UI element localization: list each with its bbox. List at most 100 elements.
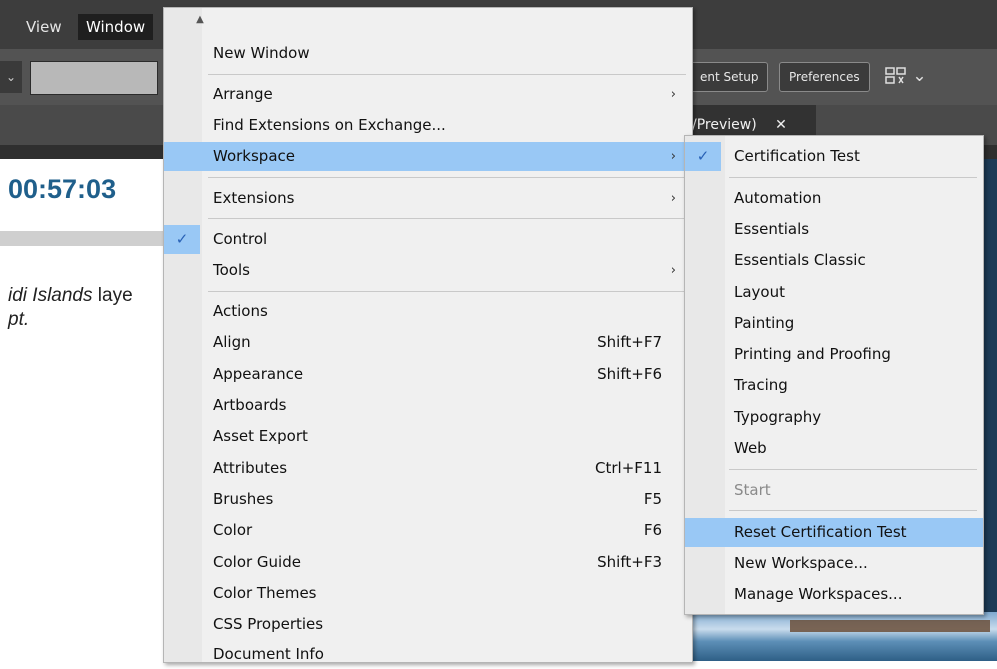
- menu-window[interactable]: Window: [78, 14, 154, 40]
- workspace-item-layout[interactable]: Layout: [685, 278, 983, 307]
- scroll-up-icon[interactable]: ▲: [192, 14, 208, 26]
- workspace-item-new-workspace[interactable]: New Workspace...: [685, 549, 983, 578]
- menu-item-shortcut: Shift+F7: [597, 333, 662, 351]
- checkmark-icon: ✓: [685, 142, 721, 171]
- preferences-button[interactable]: Preferences: [779, 62, 870, 92]
- submenu-item-label: Web: [734, 439, 767, 457]
- workspace-item-painting[interactable]: Painting: [685, 309, 983, 338]
- chevron-down-icon[interactable]: ⌄: [912, 66, 926, 86]
- submenu-item-label: Manage Workspaces...: [734, 585, 903, 603]
- workspace-item-typography[interactable]: Typography: [685, 403, 983, 432]
- menu-item-shortcut: Shift+F3: [597, 553, 662, 571]
- menu-view[interactable]: View: [18, 14, 70, 40]
- menu-item-label: Tools: [213, 261, 250, 279]
- control-field[interactable]: [30, 61, 158, 95]
- menu-separator: [208, 177, 686, 178]
- window-menu: ▲ New Window Arrange › Find Extensions o…: [163, 7, 693, 663]
- arrange-documents-icon[interactable]: ⌄: [885, 63, 933, 89]
- menu-item-actions[interactable]: Actions: [164, 297, 692, 326]
- menu-item-shortcut: Shift+F6: [597, 365, 662, 383]
- submenu-arrow-icon: ›: [670, 191, 676, 206]
- menu-item-new-window[interactable]: New Window: [164, 39, 692, 68]
- checkmark-icon: ✓: [164, 225, 200, 254]
- submenu-item-label: Certification Test: [734, 147, 860, 165]
- workspace-item-printing-proofing[interactable]: Printing and Proofing: [685, 340, 983, 369]
- menu-item-label: Color: [213, 521, 253, 539]
- instruction-italic: idi Islands: [8, 285, 93, 306]
- workspace-item-essentials[interactable]: Essentials: [685, 215, 983, 244]
- menu-item-label: Find Extensions on Exchange...: [213, 116, 446, 134]
- submenu-separator: [729, 510, 977, 511]
- menu-item-appearance[interactable]: Appearance Shift+F6: [164, 360, 692, 389]
- submenu-item-label: New Workspace...: [734, 554, 868, 572]
- menu-item-arrange[interactable]: Arrange ›: [164, 80, 692, 109]
- close-icon[interactable]: ✕: [775, 117, 787, 133]
- submenu-item-label: Tracing: [734, 376, 788, 394]
- workspace-item-automation[interactable]: Automation: [685, 184, 983, 213]
- timer: 00:57:03: [8, 174, 117, 204]
- submenu-separator: [729, 469, 977, 470]
- menu-item-label: Color Themes: [213, 584, 317, 602]
- document-tab-label: /Preview): [692, 117, 757, 133]
- menu-item-label: Document Info: [213, 645, 324, 663]
- submenu-item-label: Painting: [734, 314, 795, 332]
- menu-separator: [208, 74, 686, 75]
- menu-item-asset-export[interactable]: Asset Export: [164, 422, 692, 451]
- menu-item-color-guide[interactable]: Color Guide Shift+F3: [164, 548, 692, 577]
- workspace-item-certification-test[interactable]: ✓ Certification Test: [685, 142, 983, 171]
- menu-item-artboards[interactable]: Artboards: [164, 391, 692, 420]
- progress-strip: [0, 231, 165, 246]
- workspace-item-manage-workspaces[interactable]: Manage Workspaces...: [685, 580, 983, 609]
- menu-item-control[interactable]: ✓ Control: [164, 225, 692, 254]
- menu-item-shortcut: F5: [643, 490, 662, 508]
- workspace-item-start: Start: [685, 476, 983, 505]
- menu-item-tools[interactable]: Tools ›: [164, 256, 692, 285]
- artwork-pier: [790, 620, 990, 632]
- menu-separator: [208, 218, 686, 219]
- workspace-item-tracing[interactable]: Tracing: [685, 371, 983, 400]
- menu-item-label: Workspace: [213, 147, 295, 165]
- menu-item-brushes[interactable]: Brushes F5: [164, 485, 692, 514]
- menu-item-document-info[interactable]: Document Info: [164, 640, 692, 669]
- menu-item-find-extensions[interactable]: Find Extensions on Exchange...: [164, 111, 692, 140]
- workspace-submenu: ✓ Certification Test Automation Essentia…: [684, 135, 984, 615]
- submenu-item-label: Essentials Classic: [734, 251, 866, 269]
- submenu-arrow-icon: ›: [670, 87, 676, 102]
- menu-item-attributes[interactable]: Attributes Ctrl+F11: [164, 454, 692, 483]
- menu-item-label: Brushes: [213, 490, 274, 508]
- instruction-rest: laye: [92, 285, 133, 306]
- submenu-item-label: Layout: [734, 283, 785, 301]
- menu-item-label: Color Guide: [213, 553, 301, 571]
- menu-item-label: Appearance: [213, 365, 304, 383]
- submenu-item-label: Essentials: [734, 220, 810, 238]
- menu-item-label: Control: [213, 230, 268, 248]
- menu-item-css-properties[interactable]: CSS Properties: [164, 610, 692, 639]
- menu-item-label: New Window: [213, 44, 310, 62]
- artwork-edge: [983, 159, 997, 612]
- menu-item-label: Asset Export: [213, 427, 308, 445]
- menu-item-label: Align: [213, 333, 251, 351]
- workspace-item-essentials-classic[interactable]: Essentials Classic: [685, 246, 983, 275]
- submenu-item-label: Reset Certification Test: [734, 523, 907, 541]
- submenu-item-label: Automation: [734, 189, 822, 207]
- menu-item-shortcut: Ctrl+F11: [595, 459, 662, 477]
- submenu-item-label: Typography: [734, 408, 822, 426]
- menu-item-label: CSS Properties: [213, 615, 324, 633]
- menu-item-color-themes[interactable]: Color Themes: [164, 579, 692, 608]
- control-dropdown-arrow-icon[interactable]: ⌄: [0, 61, 22, 93]
- menu-item-label: Extensions: [213, 189, 295, 207]
- menu-item-align[interactable]: Align Shift+F7: [164, 328, 692, 357]
- document-setup-button[interactable]: ent Setup: [690, 62, 769, 92]
- instruction-line2: pt.: [8, 309, 30, 330]
- submenu-item-label: Printing and Proofing: [734, 345, 891, 363]
- menu-item-label: Attributes: [213, 459, 288, 477]
- menu-item-shortcut: F6: [643, 521, 662, 539]
- workspace-item-web[interactable]: Web: [685, 434, 983, 463]
- menu-item-workspace[interactable]: Workspace ›: [164, 142, 692, 171]
- submenu-arrow-icon: ›: [670, 149, 676, 164]
- workspace-item-reset[interactable]: Reset Certification Test: [685, 518, 983, 547]
- menu-item-label: Artboards: [213, 396, 287, 414]
- menu-item-color[interactable]: Color F6: [164, 516, 692, 545]
- instruction-text: idi Islands laye pt.: [8, 284, 168, 332]
- menu-item-extensions[interactable]: Extensions ›: [164, 184, 692, 213]
